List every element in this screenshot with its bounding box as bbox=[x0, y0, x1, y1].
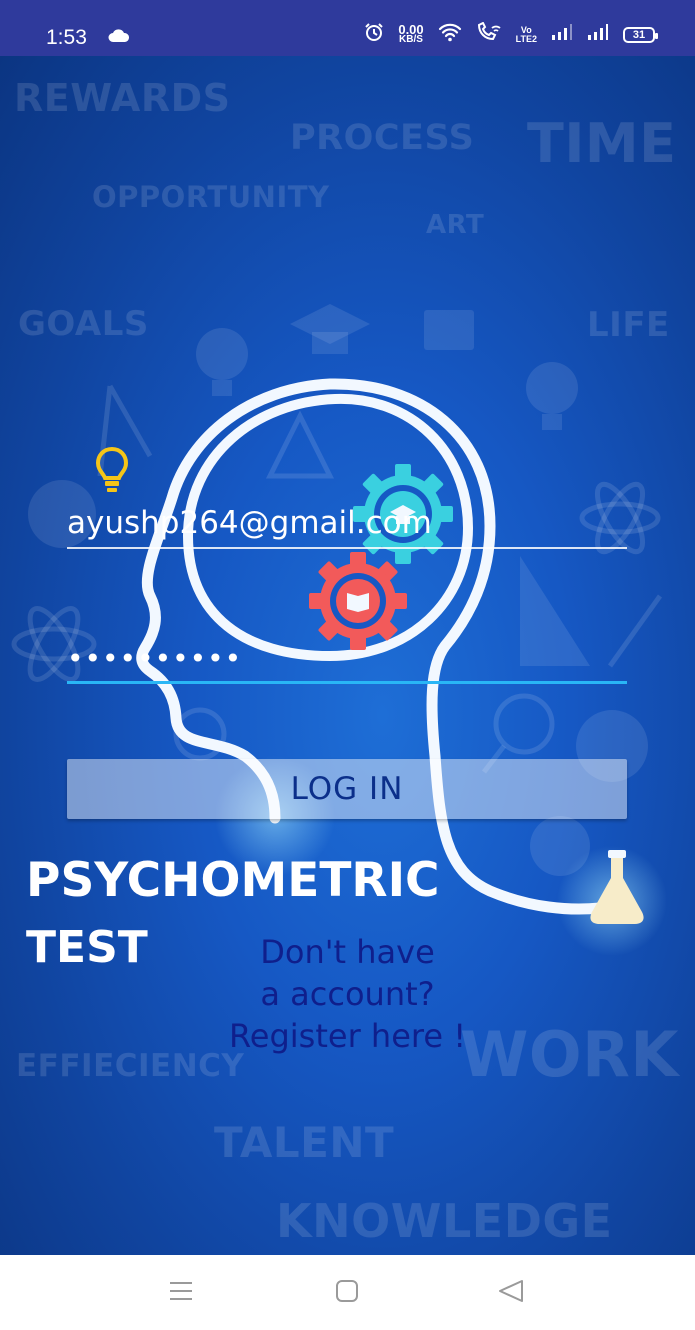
register-line-2: a account? bbox=[260, 975, 435, 1013]
bulb-bg-icon-2 bbox=[526, 362, 578, 414]
alarm-icon bbox=[364, 22, 384, 47]
volte-indicator: Vo LTE2 bbox=[515, 25, 537, 44]
status-time: 1:53 bbox=[46, 26, 87, 49]
menu-icon[interactable] bbox=[168, 1279, 194, 1308]
signal-icon bbox=[551, 23, 573, 46]
volte-bottom: LTE2 bbox=[515, 33, 537, 44]
graduation-cap-base bbox=[312, 332, 348, 354]
register-line-3: Register here ! bbox=[228, 1017, 467, 1055]
cloud-icon bbox=[108, 29, 130, 48]
net-speed: 0.00 KB/S bbox=[398, 23, 423, 45]
register-line-1: Don't have bbox=[260, 933, 435, 971]
net-speed-unit: KB/S bbox=[399, 33, 423, 45]
login-button[interactable]: LOG IN bbox=[67, 759, 627, 819]
flask-bg-icon bbox=[265, 410, 335, 479]
password-underline bbox=[67, 681, 627, 684]
navigation-bar bbox=[0, 1255, 695, 1330]
status-icons: 0.00 KB/S Vo LTE2 31 bbox=[364, 21, 658, 47]
register-link[interactable]: Don't have a account? Register here ! bbox=[200, 931, 495, 1057]
magnifier-icon bbox=[493, 693, 555, 755]
login-button-label: LOG IN bbox=[290, 771, 404, 807]
lightbulb-icon bbox=[95, 446, 129, 499]
signal-icon-2 bbox=[587, 23, 609, 46]
email-field[interactable] bbox=[67, 499, 627, 547]
app-background: REWARDS PROCESS TIME OPPORTUNITY ART GOA… bbox=[0, 56, 695, 1255]
home-icon[interactable] bbox=[335, 1279, 359, 1308]
wifi-icon bbox=[438, 22, 462, 47]
password-field[interactable] bbox=[67, 636, 627, 681]
wifi-calling-icon bbox=[476, 21, 502, 47]
back-icon[interactable] bbox=[498, 1279, 524, 1308]
bulb-bg-icon bbox=[196, 328, 248, 380]
status-bar: 1:53 0.00 KB/S Vo LTE2 31 bbox=[0, 0, 695, 56]
battery-icon: 31 bbox=[623, 26, 658, 43]
book-icon bbox=[424, 310, 474, 350]
email-underline bbox=[67, 547, 627, 549]
title-line-2: TEST bbox=[26, 922, 148, 973]
title-line-1: PSYCHOMETRIC bbox=[26, 853, 440, 908]
battery-level: 31 bbox=[632, 28, 646, 41]
